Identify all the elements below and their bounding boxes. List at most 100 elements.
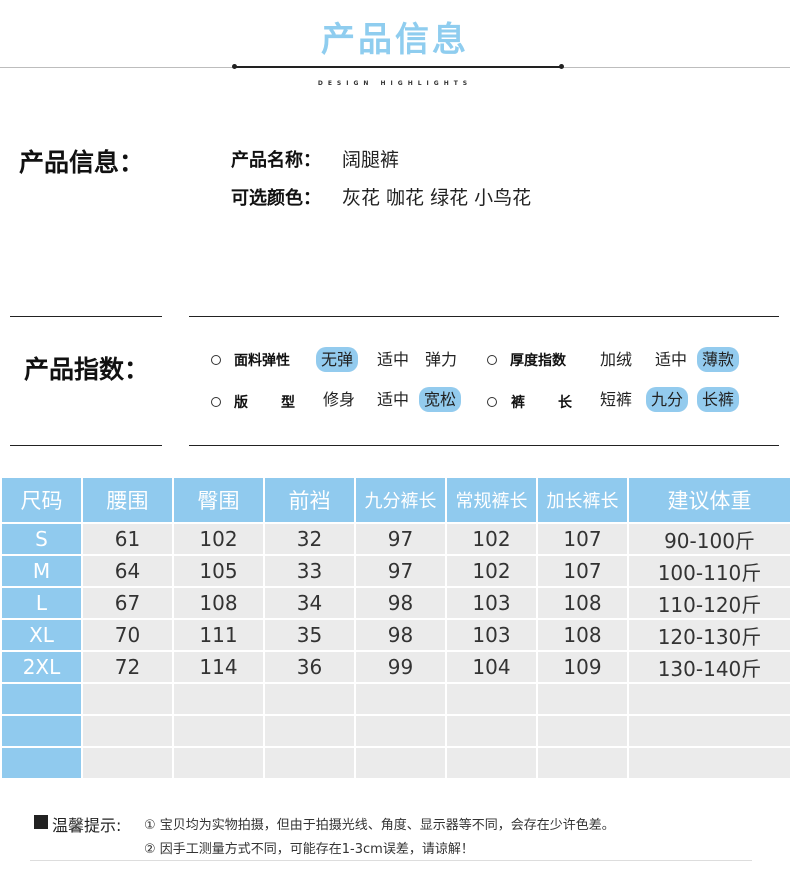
page-title: 产品信息	[321, 20, 469, 60]
cell-waist: 67	[81, 586, 174, 620]
cell-cropped-length	[354, 682, 447, 716]
cell-hip: 114	[172, 650, 265, 684]
thickness-key: 厚度指数	[510, 353, 566, 369]
tip-square-icon	[34, 815, 48, 829]
fit-option-slim: 修身	[323, 390, 356, 409]
cell-hip	[172, 746, 265, 780]
header-accent-line	[235, 66, 562, 68]
table-row	[0, 714, 790, 748]
cell-front-rise: 32	[263, 522, 356, 556]
cell-regular-length	[445, 682, 538, 716]
footer-divider	[30, 860, 752, 861]
cell-weight	[627, 682, 790, 716]
color-options-value: 灰花 咖花 绿花 小鸟花	[342, 187, 532, 209]
indices-rule-bottom-left	[10, 445, 162, 446]
cell-regular-length: 102	[445, 522, 538, 556]
header-dot-right	[559, 64, 564, 69]
cell-long-length: 107	[536, 522, 629, 556]
header-dot-left	[232, 64, 237, 69]
cell-waist: 61	[81, 522, 174, 556]
cell-front-rise: 36	[263, 650, 356, 684]
cell-waist	[81, 746, 174, 780]
header-cropped-length: 九分裤长	[354, 476, 447, 524]
length-option-full: 长裤	[697, 387, 740, 412]
cell-regular-length	[445, 714, 538, 748]
bullet-circle-icon	[211, 397, 221, 407]
cell-size: 2XL	[0, 650, 83, 684]
fit-key-part2: 型	[281, 395, 295, 411]
header-front-rise: 前裆	[263, 476, 356, 524]
table-row	[0, 746, 790, 780]
cell-regular-length: 102	[445, 554, 538, 588]
indices-rule-top-left	[10, 316, 162, 317]
color-options-key: 可选颜色：	[231, 188, 321, 209]
size-table: 尺码 腰围 臀围 前裆 九分裤长 常规裤长 加长裤长 建议体重 S 61 102 32…	[0, 476, 790, 780]
table-header-row: 尺码 腰围 臀围 前裆 九分裤长 常规裤长 加长裤长 建议体重	[0, 476, 790, 524]
cell-cropped-length	[354, 714, 447, 748]
product-name-value: 阔腿裤	[342, 149, 400, 171]
indices-rule-bottom-right	[189, 445, 779, 446]
length-key-part2: 长	[558, 395, 572, 411]
cell-regular-length: 103	[445, 586, 538, 620]
length-option-cropped: 九分	[646, 387, 689, 412]
table-row: S 61 102 32 97 102 107 90-100斤	[0, 522, 790, 556]
bullet-circle-icon	[487, 397, 497, 407]
cell-long-length: 107	[536, 554, 629, 588]
cell-front-rise: 35	[263, 618, 356, 652]
cell-cropped-length: 97	[354, 522, 447, 556]
cell-hip: 102	[172, 522, 265, 556]
cell-size: XL	[0, 618, 83, 652]
bullet-circle-icon	[487, 355, 497, 365]
cell-size: S	[0, 522, 83, 556]
cell-weight	[627, 714, 790, 748]
header-weight: 建议体重	[627, 476, 790, 524]
table-row: M 64 105 33 97 102 107 100-110斤	[0, 554, 790, 588]
cell-hip	[172, 714, 265, 748]
cell-cropped-length: 98	[354, 618, 447, 652]
header-regular-length: 常规裤长	[445, 476, 538, 524]
cell-long-length	[536, 682, 629, 716]
cell-regular-length: 104	[445, 650, 538, 684]
fit-option-medium: 适中	[377, 390, 410, 409]
header-long-length: 加长裤长	[536, 476, 629, 524]
cell-weight: 130-140斤	[627, 650, 790, 684]
indices-rule-top-right	[189, 316, 779, 317]
elasticity-option-none: 无弹	[316, 347, 359, 372]
length-option-shorts: 短裤	[600, 390, 633, 409]
cell-cropped-length: 97	[354, 554, 447, 588]
cell-waist	[81, 714, 174, 748]
table-row: L 67 108 34 98 103 108 110-120斤	[0, 586, 790, 620]
info-section-label: 产品信息：	[19, 148, 145, 177]
cell-front-rise: 33	[263, 554, 356, 588]
header-hip: 臀围	[172, 476, 265, 524]
tip-line-1: ① 宝贝均为实物拍摄，但由于拍摄光线、角度、显示器等不同，会存在少许色差。	[144, 818, 615, 833]
cell-long-length	[536, 746, 629, 780]
cell-long-length	[536, 714, 629, 748]
table-row: XL 70 111 35 98 103 108 120-130斤	[0, 618, 790, 652]
cell-weight: 120-130斤	[627, 618, 790, 652]
cell-front-rise	[263, 714, 356, 748]
cell-weight: 100-110斤	[627, 554, 790, 588]
bullet-circle-icon	[211, 355, 221, 365]
table-row: 2XL 72 114 36 99 104 109 130-140斤	[0, 650, 790, 684]
cell-long-length: 108	[536, 618, 629, 652]
elasticity-option-stretch: 弹力	[425, 350, 458, 369]
cell-regular-length	[445, 746, 538, 780]
thickness-option-fleece: 加绒	[600, 350, 633, 369]
thickness-option-medium: 适中	[655, 350, 688, 369]
cell-weight: 110-120斤	[627, 586, 790, 620]
elasticity-key: 面料弹性	[234, 353, 290, 369]
product-name-key: 产品名称：	[231, 150, 321, 171]
tip-title: 温馨提示:	[52, 816, 122, 835]
indices-section-label: 产品指数：	[24, 355, 150, 384]
cell-waist	[81, 682, 174, 716]
cell-weight: 90-100斤	[627, 522, 790, 556]
cell-waist: 64	[81, 554, 174, 588]
cell-hip: 105	[172, 554, 265, 588]
cell-hip: 108	[172, 586, 265, 620]
cell-long-length: 109	[536, 650, 629, 684]
fit-key-part1: 版	[234, 395, 248, 411]
cell-long-length: 108	[536, 586, 629, 620]
cell-hip: 111	[172, 618, 265, 652]
cell-front-rise	[263, 746, 356, 780]
